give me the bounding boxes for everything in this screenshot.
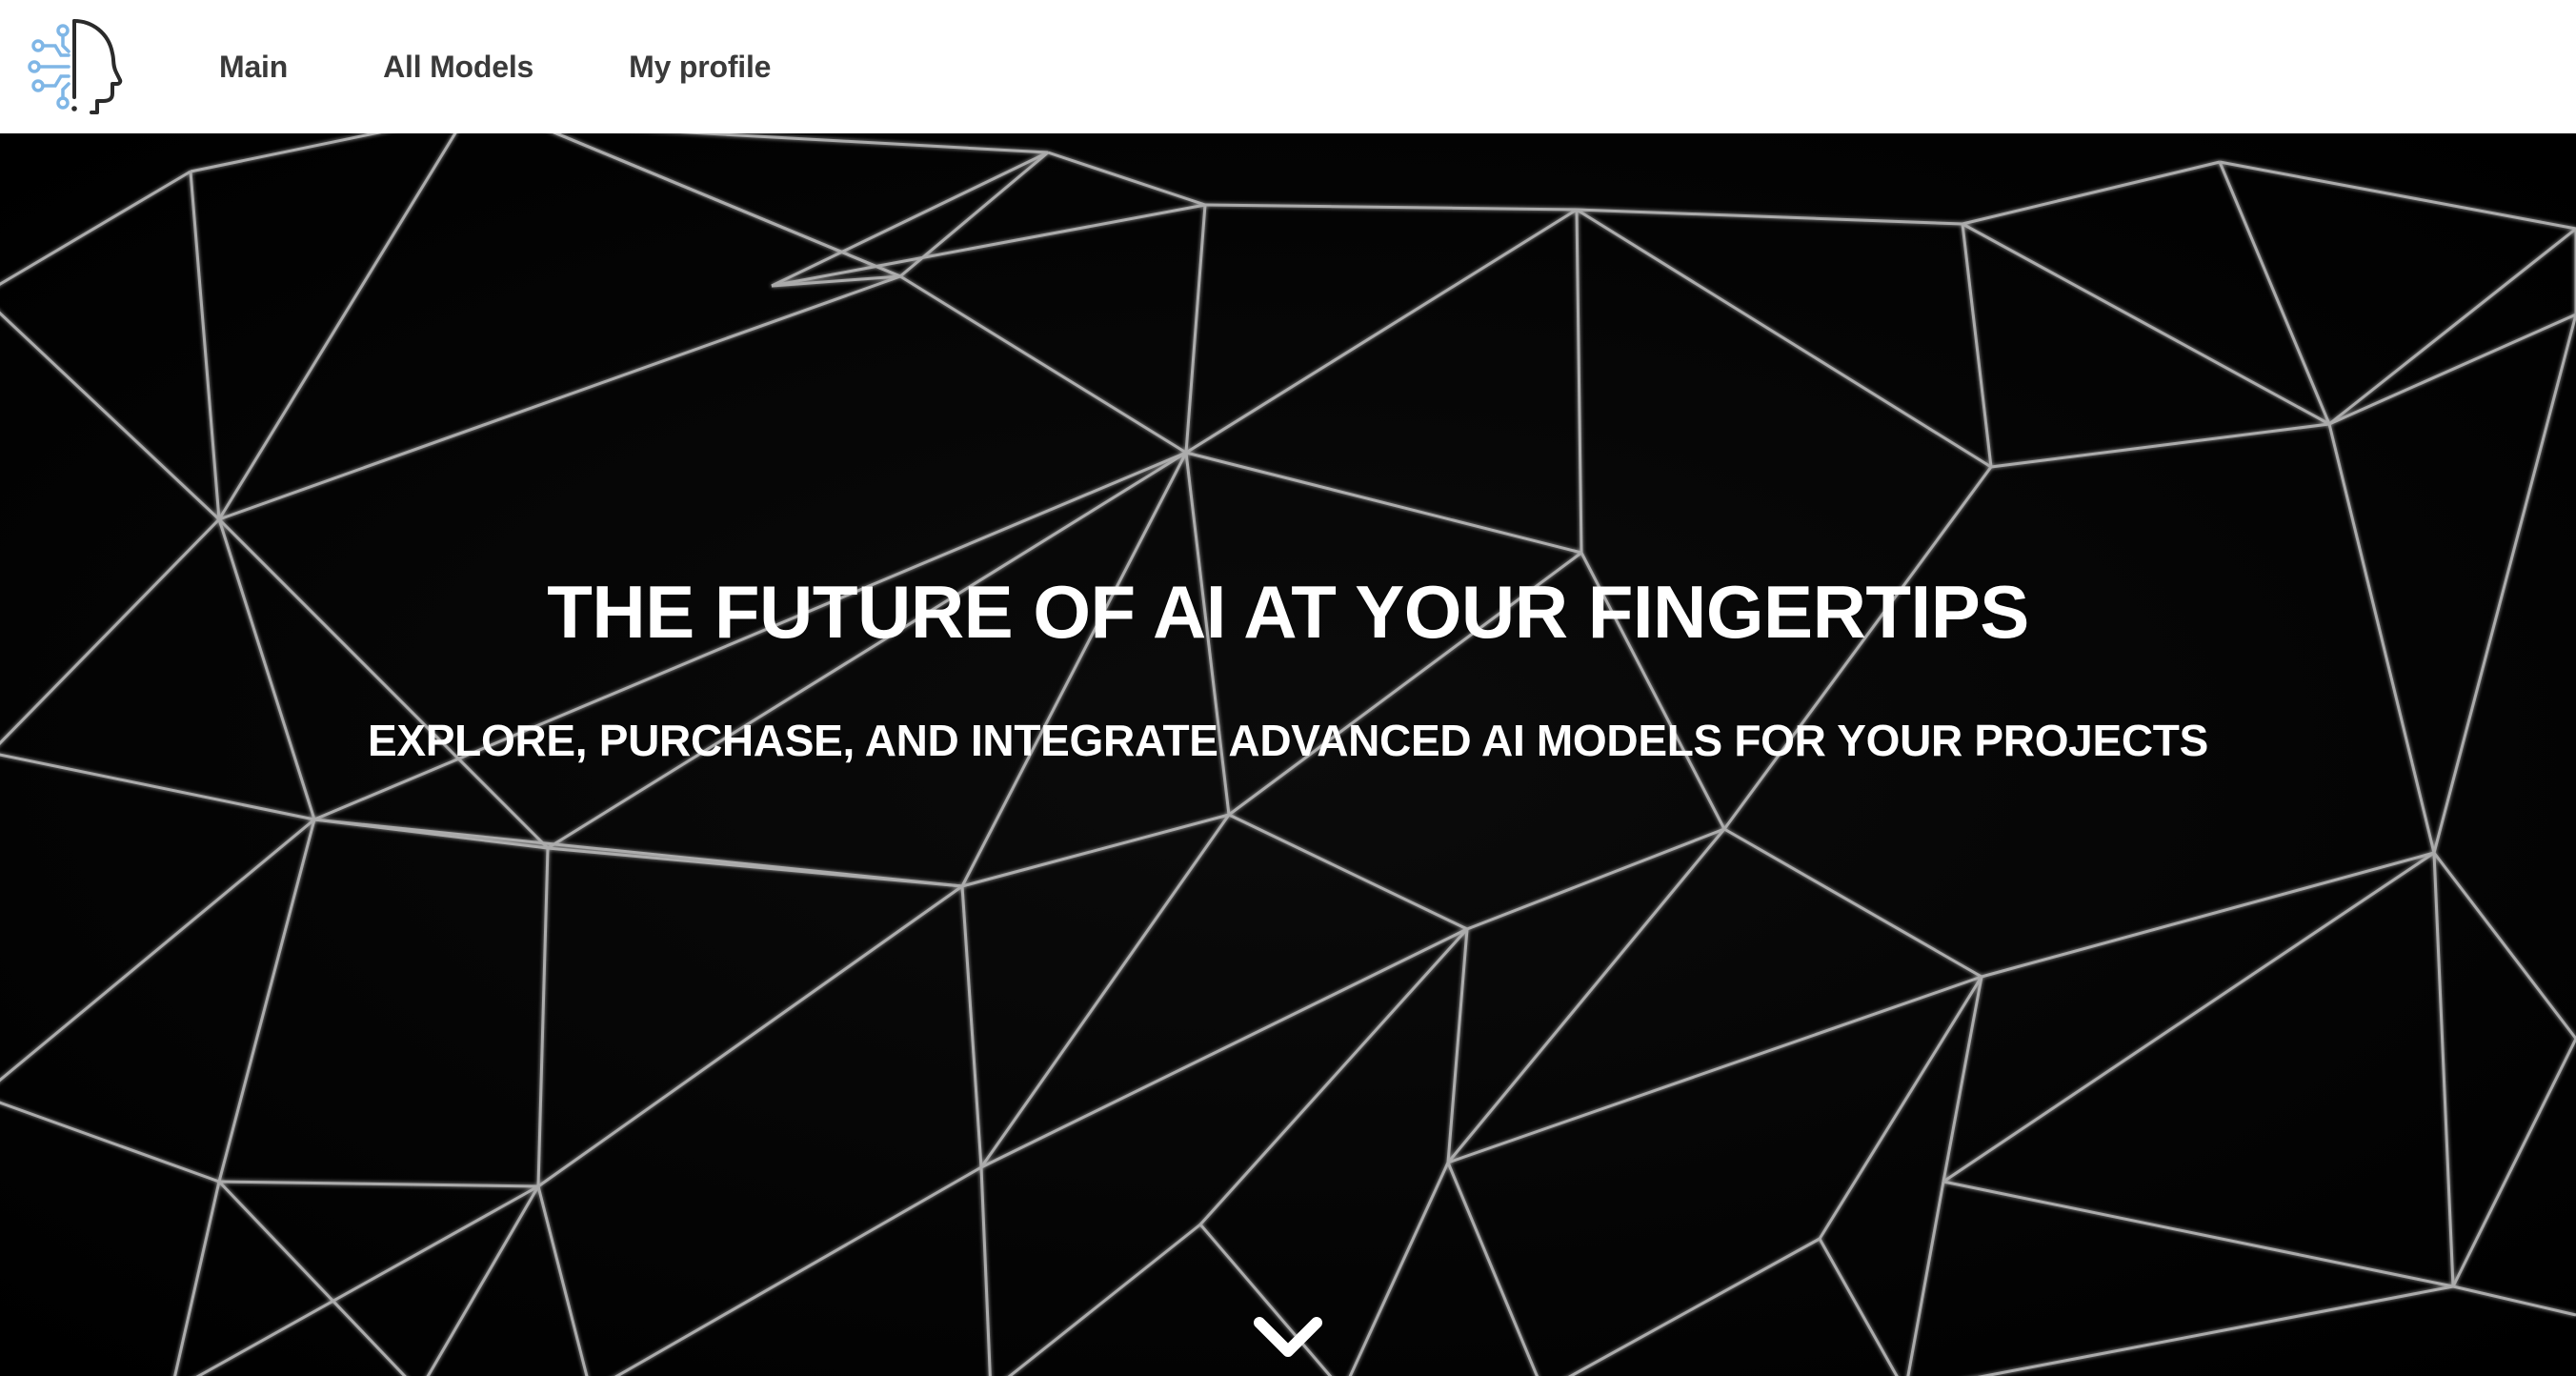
hero-subtitle: EXPLORE, PURCHASE, AND INTEGRATE ADVANCE… bbox=[368, 716, 2208, 765]
main-navigation: Main All Models My profile bbox=[219, 0, 866, 133]
ai-head-logo-icon[interactable] bbox=[27, 17, 124, 116]
nav-link-main[interactable]: Main bbox=[219, 50, 288, 85]
hero-title: THE FUTURE OF AI AT YOUR FINGERTIPS bbox=[547, 570, 2029, 654]
chevron-down-icon[interactable] bbox=[1250, 1311, 1326, 1365]
top-navbar: Main All Models My profile bbox=[0, 0, 2576, 133]
nav-link-my-profile[interactable]: My profile bbox=[629, 50, 771, 85]
hero-section: THE FUTURE OF AI AT YOUR FINGERTIPS EXPL… bbox=[0, 133, 2576, 1376]
nav-link-all-models[interactable]: All Models bbox=[383, 50, 533, 85]
